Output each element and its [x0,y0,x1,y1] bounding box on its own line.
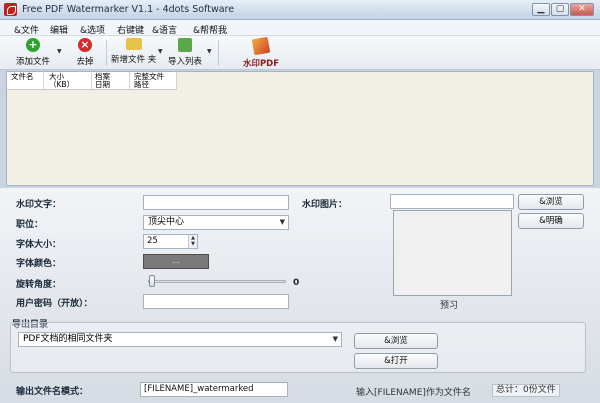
rotation-label: 旋转角度： [16,280,62,290]
preview-area [393,210,512,296]
user-password-label: 用户密码（开放）： [16,299,93,309]
chevron-down-icon: ▼ [279,218,285,226]
plus-icon: + [26,38,40,52]
spin-arrows-icon[interactable]: ▲ ▼ [188,235,197,248]
file-list-header: 文件名 大小（KB） 档案日期 完整文件路径 [7,72,177,90]
menu-file[interactable]: &文件 [14,23,39,36]
output-folder-value: PDF文档的相同文件夹 [23,334,113,344]
file-list[interactable]: 文件名 大小（KB） 档案日期 完整文件路径 [6,71,594,186]
app-pdf-icon [4,3,17,16]
remove-label: 去掉 [76,57,94,67]
toolbar-separator [106,40,107,66]
minimize-button[interactable]: ▁ [532,3,550,16]
menu-options[interactable]: &选项 [80,23,105,36]
import-list-label: 导入列表 [167,57,202,67]
add-file-label: 添加文件 [15,57,50,67]
menu-edit[interactable]: 编辑 [50,23,68,36]
window-controls: ▁ ▢ ✕ [532,3,594,16]
add-folder-button[interactable]: 新增文件 夹 [111,38,156,68]
column-path[interactable]: 完整文件路径 [134,73,164,89]
menu-context[interactable]: 右键键 [117,23,144,36]
column-divider[interactable] [43,72,44,90]
remove-button[interactable]: × 去掉 [70,38,100,68]
column-size[interactable]: 大小（KB） [49,73,83,89]
toolbar: + 添加文件 ▼ × 去掉 新增文件 夹 ▼ 导入列表 ▼ 水印PDF [0,36,600,70]
add-folder-label: 新增文件 夹 [111,55,157,65]
window-title: Free PDF Watermarker V1.1 - 4dots Softwa… [22,4,235,15]
output-browse-button[interactable]: &浏览 [354,333,438,349]
total-files-status: 总计：0份文件 [492,384,560,397]
menu-language[interactable]: &语言 [152,23,177,36]
stamp-icon [251,36,271,56]
column-divider[interactable] [129,72,130,90]
menu-bar: &文件 编辑 &选项 右键键 &语言 &帮帮我 [0,20,600,36]
add-file-button[interactable]: + 添加文件 [12,38,54,68]
close-button[interactable]: ✕ [570,3,594,16]
output-open-button[interactable]: &打开 [354,353,438,369]
folder-icon [125,38,142,50]
watermark-pdf-label: 水印PDF [242,59,280,69]
column-divider[interactable] [176,72,177,90]
watermark-image-label: 水印图片： [302,200,348,210]
column-date[interactable]: 档案日期 [95,73,117,89]
rotation-slider-track[interactable] [148,280,286,283]
image-clear-button[interactable]: &明确 [518,213,584,229]
output-dir-group [10,322,586,373]
rotation-slider-thumb[interactable] [149,275,155,287]
import-list-dropdown-icon[interactable]: ▼ [207,48,212,55]
font-size-value: 25 [147,236,158,246]
font-size-stepper[interactable]: 25 ▲ ▼ [143,234,198,249]
position-select[interactable]: 顶尖中心 ▼ [143,215,289,230]
watermark-text-label: 水印文字： [16,200,62,210]
import-list-button[interactable]: 导入列表 [166,38,204,68]
filename-pattern-label: 输出文件名模式： [16,387,89,397]
title-bar: Free PDF Watermarker V1.1 - 4dots Softwa… [0,0,600,20]
add-file-dropdown-icon[interactable]: ▼ [57,48,62,55]
filename-pattern-input[interactable]: [FILENAME]_watermarked [140,382,288,397]
user-password-input[interactable] [143,294,289,309]
filename-hint: 输入[FILENAME]作为文件名 [356,388,471,398]
column-divider[interactable] [91,72,92,90]
import-list-icon [178,38,192,52]
add-folder-dropdown-icon[interactable]: ▼ [158,48,163,55]
preview-caption: 预习 [440,301,459,311]
image-browse-button[interactable]: &浏览 [518,194,584,210]
watermark-pdf-button[interactable]: 水印PDF [240,36,282,69]
toolbar-separator [218,40,219,66]
x-icon: × [78,38,92,52]
rotation-value: 0 [293,278,300,288]
watermark-image-input[interactable] [390,194,514,209]
column-filename[interactable]: 文件名 [11,73,39,81]
watermark-text-input[interactable] [143,195,289,210]
output-folder-select[interactable]: PDF文档的相同文件夹 ▼ [18,332,342,347]
font-size-label: 字体大小： [16,240,62,250]
font-color-button[interactable]: ... [143,254,209,269]
position-value: 顶尖中心 [148,217,185,227]
maximize-button[interactable]: ▢ [551,3,569,16]
font-color-label: 字体颜色： [16,259,62,269]
chevron-down-icon: ▼ [332,335,338,343]
menu-help[interactable]: &帮帮我 [193,23,227,36]
position-label: 职位： [16,220,44,230]
